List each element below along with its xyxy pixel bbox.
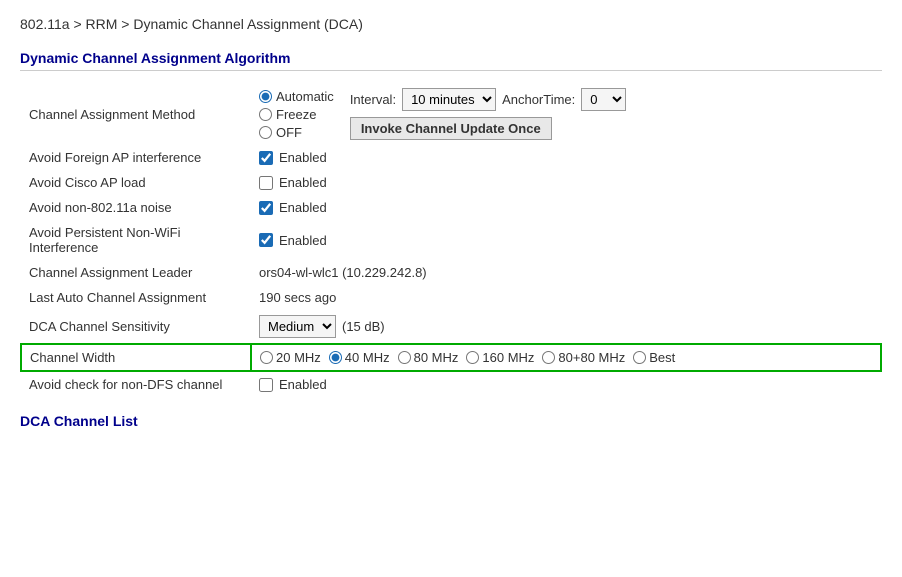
last-auto-value: 190 secs ago	[251, 285, 881, 310]
avoid-non-dfs-label: Avoid check for non-DFS channel	[21, 371, 251, 397]
avoid-foreign-ap-checkbox[interactable]	[259, 151, 273, 165]
label-freeze: Freeze	[276, 107, 316, 122]
interval-select[interactable]: 10 minutes 5 minutes 30 minutes 1 hour	[402, 88, 496, 111]
avoid-foreign-ap-text: Enabled	[279, 150, 327, 165]
avoid-cisco-ap-checkbox[interactable]	[259, 176, 273, 190]
label-80mhz: 80 MHz	[414, 350, 459, 365]
avoid-persistent-checkbox[interactable]	[259, 233, 273, 247]
dca-sensitivity-note: (15 dB)	[342, 319, 385, 334]
avoid-foreign-ap-label: Avoid Foreign AP interference	[21, 145, 251, 170]
radio-20mhz[interactable]	[260, 351, 273, 364]
label-40mhz: 40 MHz	[345, 350, 390, 365]
radio-80plus80mhz[interactable]	[542, 351, 555, 364]
label-automatic: Automatic	[276, 89, 334, 104]
radio-80mhz[interactable]	[398, 351, 411, 364]
channel-assignment-method-label: Channel Assignment Method	[21, 83, 251, 145]
label-20mhz: 20 MHz	[276, 350, 321, 365]
channel-leader-label: Channel Assignment Leader	[21, 260, 251, 285]
label-off: OFF	[276, 125, 302, 140]
invoke-channel-update-button[interactable]: Invoke Channel Update Once	[350, 117, 552, 140]
anchor-time-label: AnchorTime:	[502, 92, 575, 107]
dca-channel-list-title: DCA Channel List	[20, 413, 882, 429]
avoid-noise-label: Avoid non-802.11a noise	[21, 195, 251, 220]
avoid-persistent-text: Enabled	[279, 233, 327, 248]
radio-best[interactable]	[633, 351, 646, 364]
dca-sensitivity-select[interactable]: Low Medium High	[259, 315, 336, 338]
label-80plus80mhz: 80+80 MHz	[558, 350, 625, 365]
radio-automatic[interactable]	[259, 90, 272, 103]
anchor-time-select[interactable]: 0123 4567 891011	[581, 88, 626, 111]
dca-sensitivity-label: DCA Channel Sensitivity	[21, 310, 251, 344]
last-auto-label: Last Auto Channel Assignment	[21, 285, 251, 310]
interval-label: Interval:	[350, 92, 396, 107]
radio-freeze[interactable]	[259, 108, 272, 121]
avoid-cisco-ap-label: Avoid Cisco AP load	[21, 170, 251, 195]
avoid-noise-checkbox[interactable]	[259, 201, 273, 215]
radio-40mhz[interactable]	[329, 351, 342, 364]
channel-leader-value: ors04-wl-wlc1 (10.229.242.8)	[251, 260, 881, 285]
radio-160mhz[interactable]	[466, 351, 479, 364]
avoid-cisco-ap-text: Enabled	[279, 175, 327, 190]
avoid-non-dfs-text: Enabled	[279, 377, 327, 392]
channel-width-label: Channel Width	[21, 344, 251, 371]
section-title: Dynamic Channel Assignment Algorithm	[20, 50, 882, 71]
avoid-persistent-label: Avoid Persistent Non-WiFi Interference	[21, 220, 251, 260]
avoid-noise-text: Enabled	[279, 200, 327, 215]
avoid-non-dfs-checkbox[interactable]	[259, 378, 273, 392]
radio-off[interactable]	[259, 126, 272, 139]
breadcrumb: 802.11a > RRM > Dynamic Channel Assignme…	[20, 16, 882, 32]
label-best: Best	[649, 350, 675, 365]
label-160mhz: 160 MHz	[482, 350, 534, 365]
